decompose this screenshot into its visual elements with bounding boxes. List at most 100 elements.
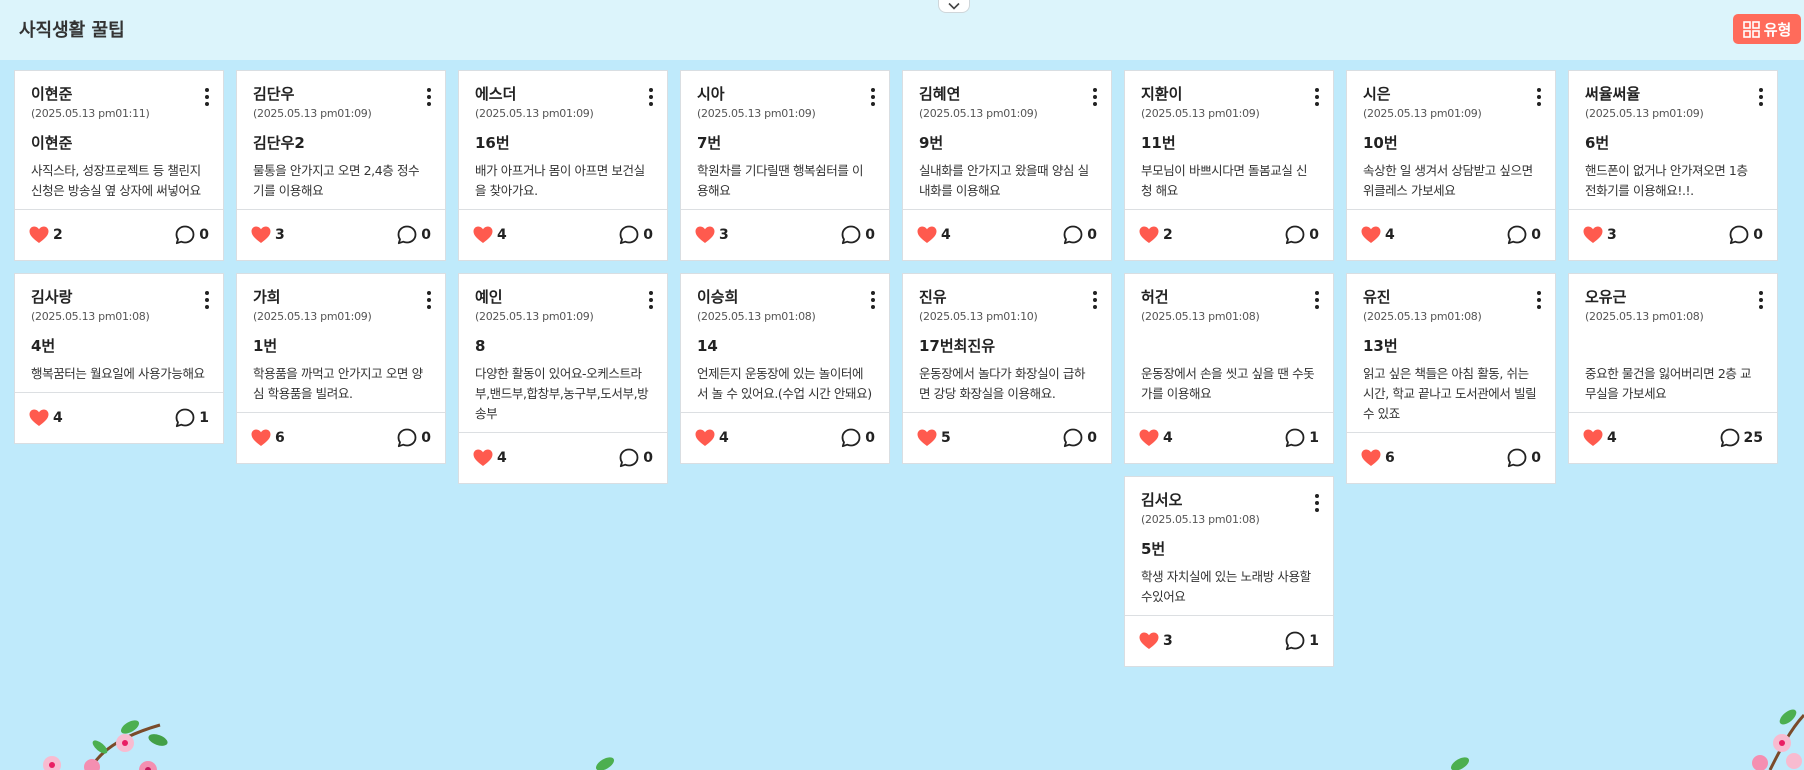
post-menu-button[interactable] (1311, 291, 1323, 309)
comment-icon (841, 428, 861, 448)
like-button[interactable]: 4 (473, 226, 507, 244)
comment-button[interactable]: 0 (1285, 225, 1319, 245)
comment-button[interactable]: 0 (175, 225, 209, 245)
post-footer: 20 (1125, 209, 1333, 260)
post-menu-button[interactable] (1311, 88, 1323, 106)
post-body: 학원차를 기다릴땐 행복쉼터를 이용해요 (697, 163, 864, 198)
like-button[interactable]: 3 (251, 226, 285, 244)
post-header: 김혜연 (2025.05.13 pm01:09) 9번 실내화를 안가지고 왔을때 양… (903, 71, 1111, 209)
post-card[interactable]: 이현준 (2025.05.13 pm01:11) 이현준 사직스타, 성장프로젝트 등… (14, 70, 224, 261)
kebab-menu-icon (1315, 291, 1319, 295)
comment-button[interactable]: 25 (1720, 428, 1763, 448)
comment-button[interactable]: 0 (619, 225, 653, 245)
post-card[interactable]: 유진 (2025.05.13 pm01:08) 13번 읽고 싶은 책들은 아침 활동… (1346, 273, 1556, 484)
comment-button[interactable]: 0 (1507, 225, 1541, 245)
post-author: 김서오 (1141, 491, 1183, 509)
post-date: (2025.05.13 pm01:08) (1363, 310, 1482, 323)
comment-button[interactable]: 1 (1285, 631, 1319, 651)
like-button[interactable]: 4 (29, 409, 63, 427)
post-title (1141, 337, 1317, 355)
like-button[interactable]: 3 (1583, 226, 1617, 244)
post-card[interactable]: 허건 (2025.05.13 pm01:08) 운동장에서 손을 씻고 싶을 땐 수… (1124, 273, 1334, 464)
post-card[interactable]: 예인 (2025.05.13 pm01:09) 8 다양한 활동이 있어요-오케스트라… (458, 273, 668, 484)
post-board: 이현준 (2025.05.13 pm01:11) 이현준 사직스타, 성장프로젝트 등… (0, 0, 1804, 770)
post-card[interactable]: 에스더 (2025.05.13 pm01:09) 16번 배가 아프거나 몸이 아프면… (458, 70, 668, 261)
comment-count: 0 (643, 450, 653, 466)
post-menu-button[interactable] (645, 88, 657, 106)
post-menu-button[interactable] (1533, 88, 1545, 106)
comment-button[interactable]: 0 (397, 225, 431, 245)
post-menu-button[interactable] (1533, 291, 1545, 309)
comment-button[interactable]: 1 (175, 408, 209, 428)
kebab-menu-icon (1093, 291, 1097, 295)
post-footer: 40 (459, 209, 667, 260)
post-menu-button[interactable] (1311, 494, 1323, 512)
like-button[interactable]: 5 (917, 429, 951, 447)
post-menu-button[interactable] (1089, 291, 1101, 309)
comment-button[interactable]: 0 (841, 225, 875, 245)
post-date: (2025.05.13 pm01:09) (697, 107, 816, 120)
kebab-menu-icon (1315, 88, 1319, 92)
kebab-menu-icon (427, 88, 431, 92)
heart-icon (1139, 429, 1159, 446)
like-button[interactable]: 4 (473, 449, 507, 467)
comment-button[interactable]: 0 (1063, 428, 1097, 448)
post-menu-button[interactable] (1755, 88, 1767, 106)
post-menu-button[interactable] (423, 88, 435, 106)
post-menu-button[interactable] (1755, 291, 1767, 309)
like-button[interactable]: 3 (1139, 632, 1173, 650)
post-date: (2025.05.13 pm01:08) (31, 310, 150, 323)
post-card[interactable]: 오유근 (2025.05.13 pm01:08) 중요한 물건을 잃어버리면 2층 … (1568, 273, 1778, 464)
post-card[interactable]: 시아 (2025.05.13 pm01:09) 7번 학원차를 기다릴땐 행복쉼터를 … (680, 70, 890, 261)
kebab-menu-icon (871, 88, 875, 92)
post-menu-button[interactable] (201, 291, 213, 309)
comment-count: 0 (865, 430, 875, 446)
like-button[interactable]: 6 (1361, 449, 1395, 467)
post-card[interactable]: 지환이 (2025.05.13 pm01:09) 11번 부모님이 바쁘시다면 돌봄교… (1124, 70, 1334, 261)
comment-button[interactable]: 0 (1063, 225, 1097, 245)
comment-icon (1063, 428, 1083, 448)
post-card[interactable]: 써율써율 (2025.05.13 pm01:09) 6번 핸드폰이 없거나 안가져오면… (1568, 70, 1778, 261)
post-body: 운동장에서 손을 씻고 싶을 땐 수돗가를 이용해요 (1141, 366, 1315, 401)
like-button[interactable]: 4 (917, 226, 951, 244)
comment-button[interactable]: 0 (397, 428, 431, 448)
like-button[interactable]: 2 (29, 226, 63, 244)
post-card[interactable]: 김혜연 (2025.05.13 pm01:09) 9번 실내화를 안가지고 왔을때 양… (902, 70, 1112, 261)
heart-icon (473, 449, 493, 466)
post-menu-button[interactable] (201, 88, 213, 106)
post-menu-button[interactable] (645, 291, 657, 309)
post-card[interactable]: 김서오 (2025.05.13 pm01:08) 5번 학생 자치실에 있는 노래방 … (1124, 476, 1334, 667)
post-card[interactable]: 이승희 (2025.05.13 pm01:08) 14 언제든지 운동장에 있는 놀이… (680, 273, 890, 464)
heart-icon (1583, 429, 1603, 446)
post-card[interactable]: 진유 (2025.05.13 pm01:10) 17번최진유 운동장에서 놀다가 화장… (902, 273, 1112, 464)
post-body: 부모님이 바쁘시다면 돌봄교실 신청 해요 (1141, 163, 1308, 198)
like-button[interactable]: 4 (1361, 226, 1395, 244)
like-count: 4 (1385, 227, 1395, 243)
leaf-decoration-icon (595, 757, 615, 770)
post-card[interactable]: 가희 (2025.05.13 pm01:09) 1번 학용품을 까먹고 안가지고 오면… (236, 273, 446, 464)
like-button[interactable]: 2 (1139, 226, 1173, 244)
comment-count: 0 (1087, 430, 1097, 446)
like-button[interactable]: 4 (695, 429, 729, 447)
post-card[interactable]: 김사랑 (2025.05.13 pm01:08) 4번 행복꿈터는 월요일에 사용가능… (14, 273, 224, 444)
comment-button[interactable]: 0 (841, 428, 875, 448)
like-count: 4 (497, 450, 507, 466)
comment-button[interactable]: 0 (619, 448, 653, 468)
post-footer: 31 (1125, 615, 1333, 666)
post-menu-button[interactable] (423, 291, 435, 309)
post-date: (2025.05.13 pm01:09) (1363, 107, 1482, 120)
comment-button[interactable]: 0 (1507, 448, 1541, 468)
like-button[interactable]: 4 (1139, 429, 1173, 447)
post-card[interactable]: 시은 (2025.05.13 pm01:09) 10번 속상한 일 생겨서 상담받고 … (1346, 70, 1556, 261)
post-header: 김사랑 (2025.05.13 pm01:08) 4번 행복꿈터는 월요일에 사용가능… (15, 274, 223, 392)
like-button[interactable]: 4 (1583, 429, 1617, 447)
post-menu-button[interactable] (1089, 88, 1101, 106)
post-menu-button[interactable] (867, 88, 879, 106)
post-menu-button[interactable] (867, 291, 879, 309)
like-button[interactable]: 6 (251, 429, 285, 447)
like-button[interactable]: 3 (695, 226, 729, 244)
comment-button[interactable]: 0 (1729, 225, 1763, 245)
post-header: 써율써율 (2025.05.13 pm01:09) 6번 핸드폰이 없거나 안가져오면… (1569, 71, 1777, 209)
post-card[interactable]: 김단우 (2025.05.13 pm01:09) 김단우2 물통을 안가지고 오면 2… (236, 70, 446, 261)
comment-button[interactable]: 1 (1285, 428, 1319, 448)
